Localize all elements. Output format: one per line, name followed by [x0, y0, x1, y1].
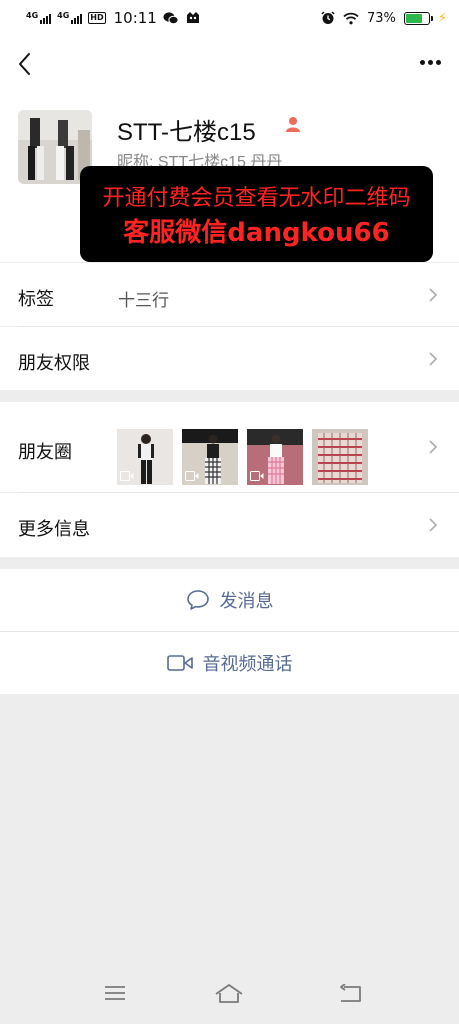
chevron-right-icon — [429, 352, 438, 366]
nav-bar — [0, 36, 459, 94]
chevron-right-icon — [429, 288, 438, 302]
moment-thumbnail[interactable] — [182, 429, 238, 485]
moments-label: 朋友圈 — [18, 442, 72, 463]
video-call-button[interactable]: 音视频通话 — [0, 632, 459, 694]
friend-permissions-label: 朋友权限 — [18, 353, 90, 374]
chevron-right-icon — [429, 440, 438, 454]
moment-thumbnail[interactable] — [247, 429, 303, 485]
watermark-line-1: 开通付费会员查看无水印二维码 — [102, 186, 411, 211]
friend-permissions-row[interactable]: 朋友权限 — [0, 327, 459, 390]
watermark-banner: 开通付费会员查看无水印二维码 客服微信dangkou66 — [80, 166, 433, 262]
moment-thumbnail[interactable] — [117, 429, 173, 485]
tags-row[interactable]: 标签 十三行 — [0, 263, 459, 326]
video-icon — [250, 471, 264, 481]
send-message-button[interactable]: 发消息 — [0, 569, 459, 631]
chevron-right-icon — [429, 518, 438, 532]
contact-name: STT-七楼c15 — [117, 119, 256, 146]
network-type-1: 4G — [26, 11, 39, 20]
tags-label: 标签 — [18, 289, 54, 310]
network-type-2: 4G — [57, 11, 70, 20]
back-button[interactable] — [12, 50, 40, 78]
person-icon — [286, 117, 300, 132]
more-options-button[interactable] — [420, 60, 441, 65]
tags-value: 十三行 — [118, 291, 169, 311]
moment-thumbnail[interactable] — [312, 429, 368, 485]
wifi-icon — [343, 12, 359, 24]
alarm-icon — [321, 11, 335, 24]
photo-image — [312, 429, 368, 485]
watermark-line-2: 客服微信dangkou66 — [123, 218, 390, 248]
menu-icon[interactable] — [104, 984, 126, 1002]
video-camera-icon — [166, 655, 193, 671]
video-icon — [185, 471, 199, 481]
signal-icon-2: 4G — [57, 11, 83, 24]
video-icon — [120, 471, 134, 481]
dot-icon — [428, 60, 433, 65]
video-call-label: 音视频通话 — [202, 654, 293, 675]
profile-card: STT-七楼c15 昵称: STT七楼c15 丹丹 开通付费会员查看无水印二维码… — [0, 94, 459, 262]
moments-thumbnails — [117, 429, 368, 485]
more-info-label: 更多信息 — [18, 519, 90, 540]
back-nav-icon[interactable] — [338, 984, 362, 1004]
dot-icon — [420, 60, 425, 65]
battery-icon — [403, 11, 433, 25]
status-bar: 4G 4G HD 10:11 73% ⚡ — [0, 0, 459, 36]
battery-percent: 73% — [366, 10, 396, 26]
moments-row[interactable]: 朋友圈 — [0, 402, 459, 492]
system-nav-bar — [0, 962, 459, 1024]
hd-voice-badge: HD — [88, 12, 106, 24]
chevron-left-icon — [19, 53, 30, 75]
home-icon[interactable] — [214, 982, 244, 1004]
dot-icon — [436, 60, 441, 65]
signal-icon-1: 4G — [26, 11, 52, 24]
status-time: 10:11 — [113, 9, 157, 27]
notification-icon — [186, 12, 199, 23]
charging-icon: ⚡ — [437, 10, 447, 26]
more-info-row[interactable]: 更多信息 — [0, 493, 459, 557]
send-message-label: 发消息 — [219, 591, 274, 612]
chat-bubble-icon — [186, 590, 209, 610]
wechat-icon — [163, 12, 179, 25]
